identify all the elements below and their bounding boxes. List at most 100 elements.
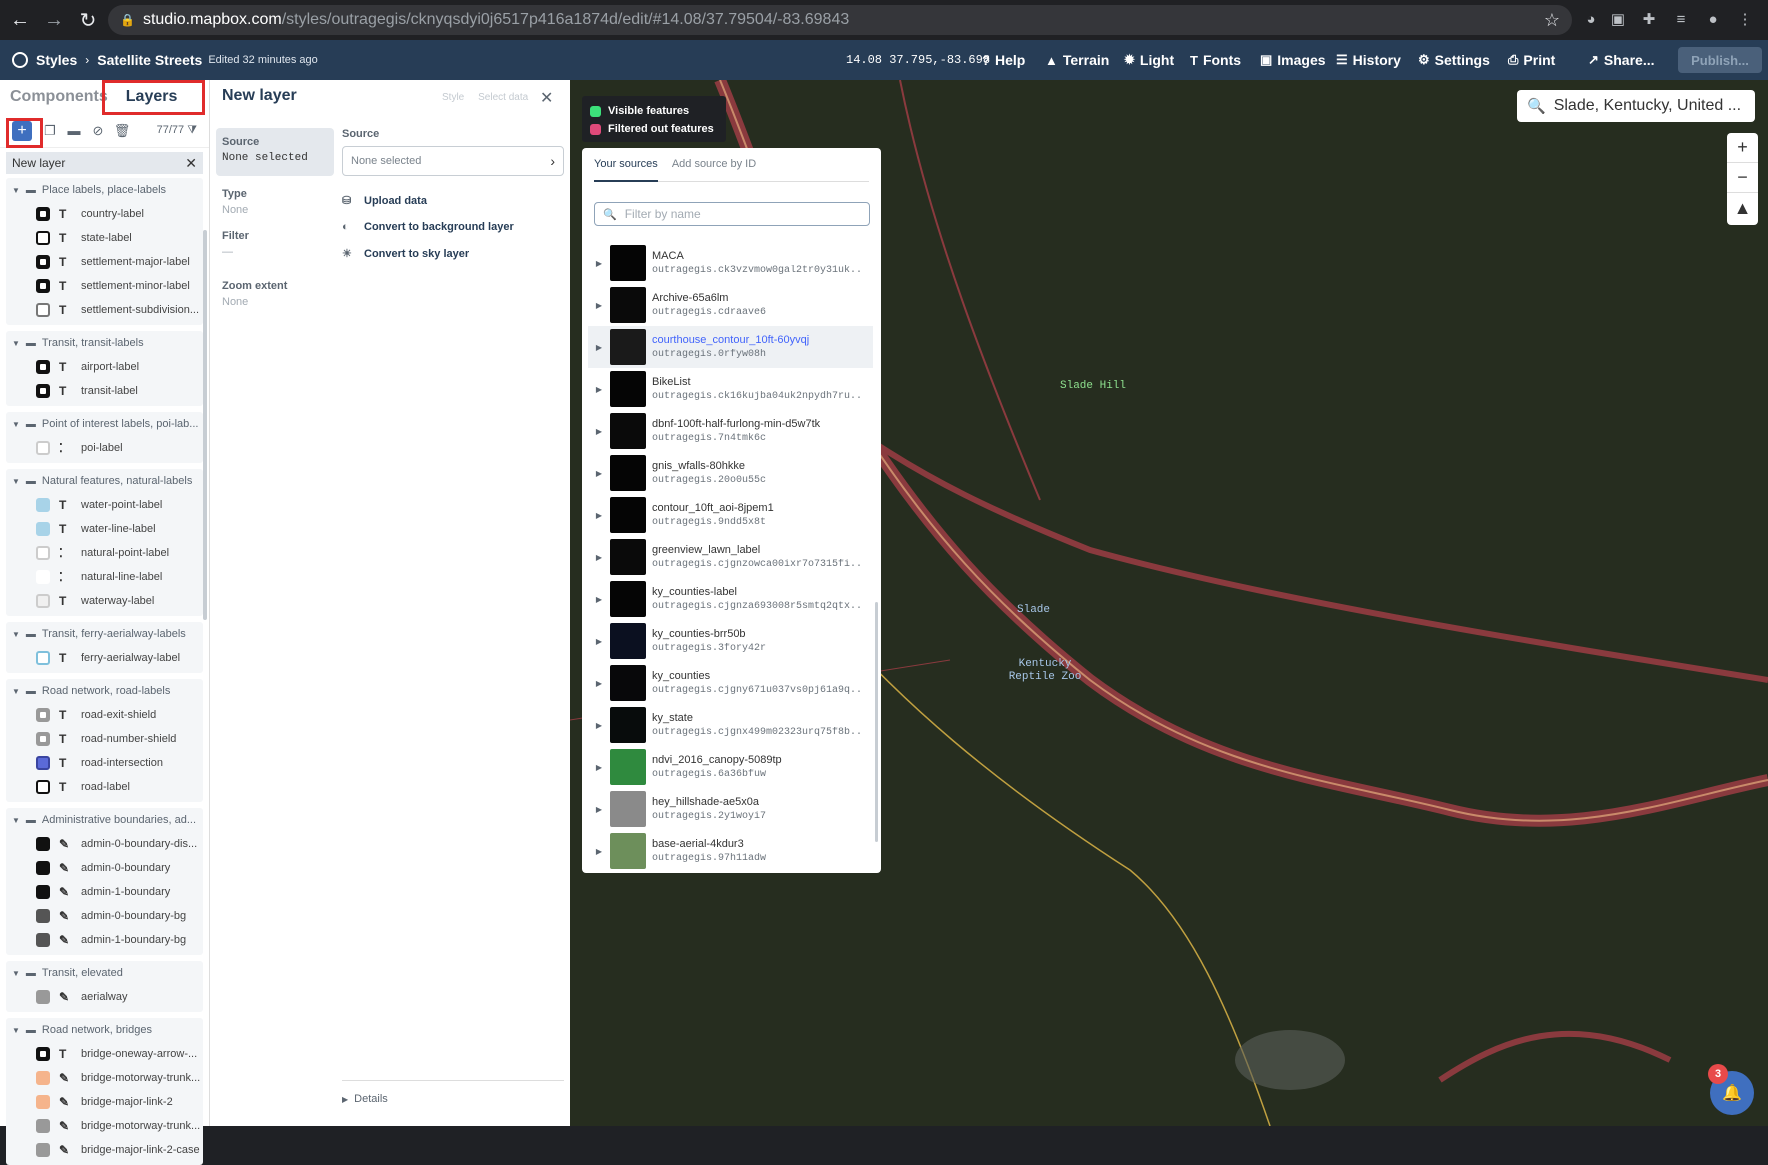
- source-item[interactable]: ▶ ky_counties outragegis.cjgny671u037vs0pj…: [588, 662, 873, 704]
- layer-item[interactable]: Tairport-label: [6, 355, 203, 379]
- caret-down-icon[interactable]: ▼: [12, 816, 20, 825]
- compass-button[interactable]: ▲: [1727, 193, 1758, 223]
- mapbox-logo-icon[interactable]: [12, 52, 28, 68]
- tab-layers[interactable]: Layers: [116, 88, 178, 106]
- help-menu[interactable]: ? Help: [982, 52, 1025, 68]
- zoom-in-button[interactable]: +: [1727, 133, 1758, 163]
- source-item[interactable]: ▶ ky_counties-brr50b outragegis.3fory42r: [588, 620, 873, 662]
- hide-icon[interactable]: ⊘: [88, 121, 108, 141]
- source-item[interactable]: ▶ BikeList outragegis.ck16kujba04uk2npydh7…: [588, 368, 873, 410]
- layer-item[interactable]: ✎ admin-0-boundary: [6, 856, 203, 880]
- extensions-puzzle-icon[interactable]: ✚: [1638, 8, 1660, 30]
- reload-icon[interactable]: ↻: [74, 6, 102, 34]
- convert-background-button[interactable]: ◐ Convert to background layer: [342, 221, 564, 233]
- caret-down-icon[interactable]: ▼: [12, 339, 20, 348]
- source-item[interactable]: ▶ ndvi_2016_canopy-5089tp outragegis.6a36b…: [588, 746, 873, 788]
- extension-icon[interactable]: ◕: [1580, 8, 1602, 30]
- layer-group-header[interactable]: ▼ ▬ Place labels, place-labels: [6, 178, 203, 202]
- layer-group-header[interactable]: ▼ ▬ Transit, ferry-aerialway-labels: [6, 622, 203, 646]
- source-item[interactable]: ▶ dbnf-100ft-half-furlong-min-d5w7tk outra…: [588, 410, 873, 452]
- filter-property[interactable]: Filter —: [216, 216, 334, 258]
- share-menu[interactable]: ↗ Share...: [1588, 52, 1655, 68]
- tab-your-sources[interactable]: Your sources: [594, 158, 658, 182]
- close-icon[interactable]: ✕: [185, 155, 197, 172]
- settings-menu[interactable]: ⚙ Settings: [1418, 52, 1490, 68]
- layer-item[interactable]: Troad-exit-shield: [6, 703, 203, 727]
- tab-add-source-by-id[interactable]: Add source by ID: [672, 158, 756, 181]
- caret-down-icon[interactable]: ▼: [12, 1026, 20, 1035]
- caret-right-icon[interactable]: ▶: [588, 847, 610, 856]
- tab-style[interactable]: Style: [442, 92, 464, 103]
- layer-item[interactable]: Twaterway-label: [6, 589, 203, 613]
- source-item[interactable]: ▶ greenview_lawn_label outragegis.cjgnzowc…: [588, 536, 873, 578]
- source-item[interactable]: ▶ Archive-65a6lm outragegis.cdraave6: [588, 284, 873, 326]
- source-item[interactable]: ▶ gnis_wfalls-80hkke outragegis.20o0u55c: [588, 452, 873, 494]
- caret-down-icon[interactable]: ▼: [12, 687, 20, 696]
- bookmark-star-icon[interactable]: ☆: [1544, 10, 1560, 31]
- profile-avatar-icon[interactable]: ●: [1702, 8, 1724, 30]
- fonts-menu[interactable]: T Fonts: [1190, 52, 1241, 68]
- caret-down-icon[interactable]: ▼: [12, 477, 20, 486]
- layer-item[interactable]: ✎ bridge-major-link-2: [6, 1090, 203, 1114]
- tab-select-data[interactable]: Select data: [478, 92, 528, 103]
- layer-group-header[interactable]: ▼ ▬ Point of interest labels, poi-lab...: [6, 412, 203, 436]
- layer-item[interactable]: ✎ admin-1-boundary-bg: [6, 928, 203, 952]
- light-menu[interactable]: ✹ Light: [1124, 52, 1174, 68]
- layer-item[interactable]: ✎ aerialway: [6, 985, 203, 1009]
- layer-item[interactable]: Tsettlement-major-label: [6, 250, 203, 274]
- source-item[interactable]: ▶ courthouse_contour_10ft-60yvqj outragegi…: [588, 326, 873, 368]
- layer-item[interactable]: Troad-number-shield: [6, 727, 203, 751]
- caret-right-icon[interactable]: ▶: [588, 511, 610, 520]
- duplicate-icon[interactable]: ❐: [40, 121, 60, 141]
- layer-group-header[interactable]: ▼ ▬ Road network, bridges: [6, 1018, 203, 1042]
- history-menu[interactable]: ☰ History: [1336, 52, 1401, 68]
- terrain-menu[interactable]: ▲ Terrain: [1045, 52, 1109, 68]
- layer-item[interactable]: ✎ bridge-major-link-2-case: [6, 1138, 203, 1162]
- layers-scrollbar[interactable]: [203, 230, 207, 620]
- layer-group-header[interactable]: ▼ ▬ Natural features, natural-labels: [6, 469, 203, 493]
- caret-right-icon[interactable]: ▶: [588, 301, 610, 310]
- caret-right-icon[interactable]: ▶: [588, 553, 610, 562]
- layer-group-header[interactable]: ▼ ▬ Transit, elevated: [6, 961, 203, 985]
- filter-icon[interactable]: ⧩: [187, 124, 197, 136]
- caret-right-icon[interactable]: ▶: [588, 763, 610, 772]
- zoom-out-button[interactable]: −: [1727, 163, 1758, 193]
- back-icon[interactable]: ←: [6, 6, 34, 34]
- delete-icon[interactable]: 🗑: [112, 121, 132, 141]
- layer-item[interactable]: Twater-point-label: [6, 493, 203, 517]
- layer-item[interactable]: ✎ bridge-motorway-trunk...: [6, 1114, 203, 1138]
- layer-item[interactable]: Twater-line-label: [6, 517, 203, 541]
- layer-item[interactable]: ✎ admin-0-boundary-dis...: [6, 832, 203, 856]
- source-select[interactable]: None selected ›: [342, 146, 564, 176]
- source-item[interactable]: ▶ hey_hillshade-ae5x0a outragegis.2y1woyi7: [588, 788, 873, 830]
- caret-right-icon[interactable]: ▶: [588, 385, 610, 394]
- close-icon[interactable]: ✕: [540, 88, 553, 108]
- layer-item[interactable]: Tferry-aerialway-label: [6, 646, 203, 670]
- layer-item[interactable]: Tsettlement-subdivision...: [6, 298, 203, 322]
- caret-right-icon[interactable]: ▶: [588, 679, 610, 688]
- layer-item[interactable]: ✎ admin-1-boundary: [6, 880, 203, 904]
- caret-right-icon[interactable]: ▶: [588, 427, 610, 436]
- layer-group-header[interactable]: ▼ ▬ Road network, road-labels: [6, 679, 203, 703]
- publish-button[interactable]: Publish...: [1678, 47, 1762, 73]
- caret-right-icon[interactable]: ▶: [588, 637, 610, 646]
- folder-icon[interactable]: ▬: [64, 121, 84, 141]
- layer-item[interactable]: ✎ admin-0-boundary-bg: [6, 904, 203, 928]
- new-layer-item[interactable]: New layer ✕: [6, 152, 203, 174]
- source-item[interactable]: ▶ ky_state outragegis.cjgnx499m02323urq75f…: [588, 704, 873, 746]
- layer-item[interactable]: Tbridge-oneway-arrow-...: [6, 1042, 203, 1066]
- map-search-box[interactable]: 🔍 Slade, Kentucky, United ...: [1517, 90, 1755, 122]
- details-toggle[interactable]: ▶ Details: [342, 1080, 564, 1105]
- source-item[interactable]: ▶ ky_counties-label outragegis.cjgnza69300…: [588, 578, 873, 620]
- caret-down-icon[interactable]: ▼: [12, 969, 20, 978]
- forward-icon[interactable]: →: [40, 6, 68, 34]
- caret-right-icon[interactable]: ▶: [588, 469, 610, 478]
- upload-data-button[interactable]: ⛁ Upload data: [342, 194, 564, 208]
- layer-item[interactable]: Ttransit-label: [6, 379, 203, 403]
- layer-item[interactable]: ✎ bridge-motorway-trunk...: [6, 1066, 203, 1090]
- layer-item[interactable]: ⁚ natural-line-label: [6, 565, 203, 589]
- layer-item[interactable]: Troad-intersection: [6, 751, 203, 775]
- caret-right-icon[interactable]: ▶: [588, 343, 610, 352]
- zoom-property[interactable]: Zoom extent None: [216, 258, 334, 308]
- caret-right-icon[interactable]: ▶: [588, 259, 610, 268]
